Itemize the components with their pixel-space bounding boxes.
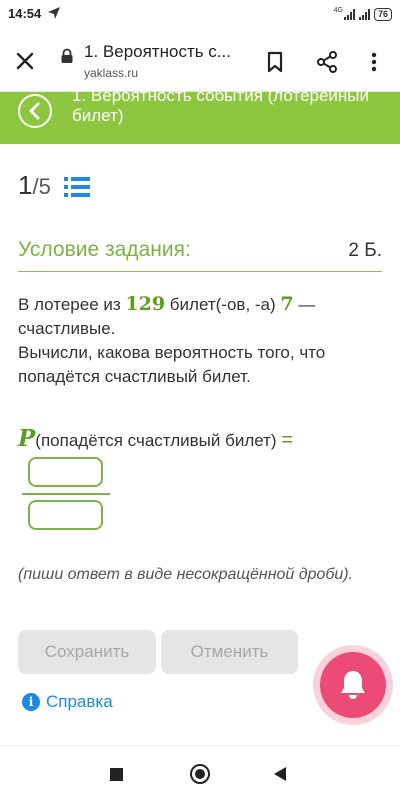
system-nav-bar — [0, 746, 400, 800]
fraction-line — [22, 493, 110, 495]
lock-icon — [61, 48, 73, 63]
pager-current: 1 — [18, 170, 33, 200]
task-header: Условие задания: 2 Б. — [18, 236, 382, 272]
chevron-left-icon — [29, 102, 40, 120]
topic-title: 1. Вероятность события (лотерейный билет… — [72, 92, 370, 125]
more-vert-icon[interactable] — [364, 50, 384, 74]
answer-hint: (пиши ответ в виде несокращённой дроби). — [18, 566, 354, 583]
info-icon: i — [22, 693, 40, 711]
share-icon[interactable] — [316, 50, 338, 74]
home-icon[interactable] — [190, 764, 210, 784]
close-icon[interactable] — [14, 50, 36, 72]
task-text-part2: билет(-ов, -а) — [165, 295, 281, 314]
probability-formula: P(попадётся счастливый билет) = — [18, 425, 388, 452]
signal-icon-2 — [358, 8, 370, 20]
help-link[interactable]: i Справка — [22, 692, 113, 712]
denominator-input[interactable] — [28, 500, 103, 530]
browser-page-title[interactable]: 1. Вероятность с... — [84, 42, 231, 62]
bell-icon — [341, 671, 365, 699]
pager-total: 5 — [38, 174, 51, 199]
status-indicators: 4G 76 — [334, 6, 392, 22]
bookmark-icon[interactable] — [264, 50, 286, 74]
status-bar: 14:54 4G 76 — [0, 0, 400, 30]
recent-apps-icon[interactable] — [110, 768, 123, 781]
save-button[interactable]: Сохранить — [18, 630, 156, 674]
back-button[interactable] — [18, 94, 52, 128]
battery-icon: 76 — [373, 7, 392, 21]
formula-equals: = — [281, 429, 294, 451]
browser-url[interactable]: yaklass.ru — [84, 66, 138, 80]
browser-toolbar: 1. Вероятность с... yaklass.ru — [0, 30, 400, 92]
navigation-icon — [48, 7, 60, 19]
task-title: Условие задания: — [18, 238, 191, 261]
numerator-input[interactable] — [28, 457, 103, 487]
task-text-part1: В лотерее из — [18, 295, 126, 314]
task-text: В лотерее из 129 билет(-ов, -а) 7 — счас… — [18, 292, 388, 389]
formula-event: (попадётся счастливый билет) — [35, 431, 277, 450]
lucky-tickets-number: 7 — [280, 293, 294, 315]
topic-header: 1. Вероятность события (лотерейный билет… — [0, 92, 400, 144]
help-label: Справка — [46, 692, 113, 711]
answer-fraction — [22, 456, 110, 532]
task-question: Вычисли, какова вероятность того, что по… — [18, 343, 326, 386]
task-points: 2 Б. — [348, 240, 382, 261]
notifications-button[interactable] — [320, 652, 386, 718]
list-icon[interactable] — [64, 176, 90, 198]
cancel-button[interactable]: Отменить — [161, 630, 298, 674]
back-icon[interactable] — [274, 767, 286, 781]
status-time: 14:54 — [8, 6, 42, 21]
task-pager: 1 / 5 — [18, 170, 51, 201]
signal-icon — [343, 8, 355, 20]
formula-p: P — [18, 425, 36, 452]
total-tickets-number: 129 — [125, 293, 166, 315]
network-label: 4G — [333, 6, 343, 14]
